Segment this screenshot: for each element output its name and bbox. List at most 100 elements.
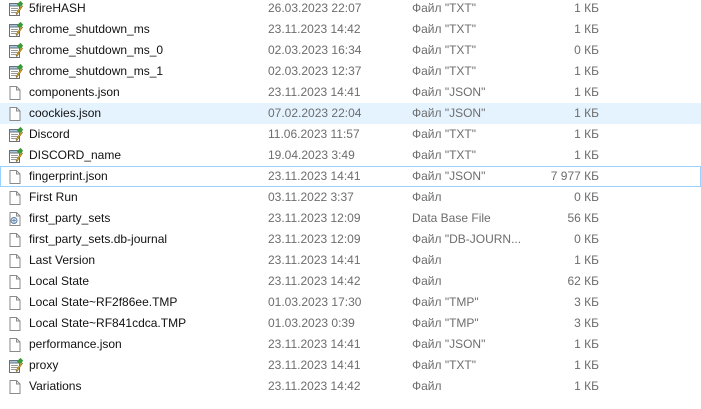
file-row[interactable]: Discord 11.06.2023 11:57 Файл "TXT" 1 КБ xyxy=(0,124,701,145)
file-row[interactable]: DISCORD_name 19.04.2023 3:49 Файл "TXT" 1 К… xyxy=(0,145,701,166)
file-size: 3 КБ xyxy=(574,295,599,309)
notepad-file-icon xyxy=(7,126,24,143)
file-date: 26.03.2023 22:07 xyxy=(268,1,362,15)
file-row[interactable]: performance.json 23.11.2023 14:41 Файл "JS… xyxy=(0,334,701,355)
file-type: Файл "TXT" xyxy=(412,43,477,57)
file-size: 0 КБ xyxy=(574,232,599,246)
file-type: Файл xyxy=(412,379,442,393)
notepad-file-icon xyxy=(7,147,24,164)
file-name: fingerprint.json xyxy=(29,169,108,183)
file-type: Файл "TXT" xyxy=(412,22,477,36)
file-type: Файл "JSON" xyxy=(412,337,486,351)
file-type: Файл "TXT" xyxy=(412,148,477,162)
file-name: performance.json xyxy=(29,337,122,351)
blank-file-icon xyxy=(7,274,23,290)
database-file-icon xyxy=(7,211,23,227)
notepad-file-icon xyxy=(7,21,24,38)
file-date: 23.11.2023 14:42 xyxy=(268,274,361,288)
file-name: Last Version xyxy=(29,253,96,267)
file-type: Файл xyxy=(412,190,442,204)
file-date: 23.11.2023 14:41 xyxy=(268,358,361,372)
notepad-file-icon xyxy=(7,0,24,17)
blank-file-icon xyxy=(7,316,23,332)
file-row[interactable]: Local State~RF841cdca.TMP 01.03.2023 0:39… xyxy=(0,313,701,334)
file-name: Local State~RF841cdca.TMP xyxy=(29,316,187,330)
file-name: Local State~RF2f86ee.TMP xyxy=(29,295,178,309)
file-row[interactable]: Local State 23.11.2023 14:42 Файл 62 КБ xyxy=(0,271,701,292)
file-type: Файл xyxy=(412,274,442,288)
file-size: 1 КБ xyxy=(574,22,599,36)
file-type: Файл "TXT" xyxy=(412,127,477,141)
file-date: 03.11.2022 3:37 xyxy=(268,190,354,204)
blank-file-icon xyxy=(7,232,23,248)
file-list: 5fireHASH 26.03.2023 22:07 Файл "TXT" 1 КБ … xyxy=(0,0,701,397)
file-date: 23.11.2023 12:09 xyxy=(268,211,361,225)
blank-file-icon xyxy=(7,337,23,353)
file-row[interactable]: Local State~RF2f86ee.TMP 01.03.2023 17:30… xyxy=(0,292,701,313)
blank-file-icon xyxy=(7,253,23,269)
file-row[interactable]: 5fireHASH 26.03.2023 22:07 Файл "TXT" 1 КБ xyxy=(0,0,701,19)
file-name: chrome_shutdown_ms_0 xyxy=(29,43,164,57)
file-name: First Run xyxy=(29,190,78,204)
file-date: 23.11.2023 14:42 xyxy=(268,379,361,393)
file-size: 1 КБ xyxy=(574,127,599,141)
file-size: 0 КБ xyxy=(574,43,599,57)
file-row[interactable]: chrome_shutdown_ms_1 02.03.2023 12:37 Файл… xyxy=(0,61,701,82)
file-row-focused[interactable]: fingerprint.json 23.11.2023 14:41 Файл "JS… xyxy=(0,166,701,187)
file-date: 11.06.2023 11:57 xyxy=(268,127,360,141)
file-size: 0 КБ xyxy=(574,190,599,204)
file-name: first_party_sets.db-journal xyxy=(29,232,168,246)
file-name: Local State xyxy=(29,274,90,288)
blank-file-icon xyxy=(7,106,23,122)
file-type: Файл "TMP" xyxy=(412,295,479,309)
file-size: 1 КБ xyxy=(574,379,599,393)
file-size: 1 КБ xyxy=(574,106,599,120)
file-date: 19.04.2023 3:49 xyxy=(268,148,355,162)
file-type: Файл "TXT" xyxy=(412,358,477,372)
file-date: 23.11.2023 14:41 xyxy=(268,169,361,183)
file-type: Файл "DB-JOURN... xyxy=(412,232,522,246)
file-name: DISCORD_name xyxy=(29,148,122,162)
file-size: 1 КБ xyxy=(574,1,599,15)
file-name: components.json xyxy=(29,85,120,99)
file-date: 23.11.2023 14:42 xyxy=(268,22,361,36)
file-type: Файл "JSON" xyxy=(412,106,486,120)
file-type: Файл "JSON" xyxy=(412,85,486,99)
file-row[interactable]: chrome_shutdown_ms_0 02.03.2023 16:34 Файл… xyxy=(0,40,701,61)
file-row[interactable]: components.json 23.11.2023 14:41 Файл "JSO… xyxy=(0,82,701,103)
file-row[interactable]: Last Version 23.11.2023 14:41 Файл 1 КБ xyxy=(0,250,701,271)
file-type: Data Base File xyxy=(412,211,491,225)
file-row[interactable]: Variations 23.11.2023 14:42 Файл 1 КБ xyxy=(0,376,701,397)
file-row[interactable]: First Run 03.11.2022 3:37 Файл 0 КБ xyxy=(0,187,701,208)
file-name: first_party_sets xyxy=(29,211,111,225)
blank-file-icon xyxy=(7,85,23,101)
file-type: Файл "TXT" xyxy=(412,1,477,15)
file-size: 1 КБ xyxy=(574,337,599,351)
file-date: 01.03.2023 0:39 xyxy=(268,316,355,330)
file-size: 1 КБ xyxy=(574,148,599,162)
file-type: Файл "TXT" xyxy=(412,64,477,78)
file-type: Файл xyxy=(412,253,442,267)
file-size: 1 КБ xyxy=(574,358,599,372)
file-name: 5fireHASH xyxy=(29,1,86,15)
file-date: 02.03.2023 12:37 xyxy=(268,64,362,78)
file-size: 1 КБ xyxy=(574,64,599,78)
file-row[interactable]: first_party_sets 23.11.2023 12:09 Data Bas… xyxy=(0,208,701,229)
file-size: 56 КБ xyxy=(567,211,599,225)
file-name: proxy xyxy=(29,358,59,372)
file-row[interactable]: proxy 23.11.2023 14:41 Файл "TXT" 1 КБ xyxy=(0,355,701,376)
file-name: Discord xyxy=(29,127,70,141)
file-row[interactable]: first_party_sets.db-journal 23.11.2023 12… xyxy=(0,229,701,250)
notepad-file-icon xyxy=(7,42,24,59)
file-size: 1 КБ xyxy=(574,253,599,267)
blank-file-icon xyxy=(7,379,23,395)
blank-file-icon xyxy=(7,169,23,185)
file-size: 3 КБ xyxy=(574,316,599,330)
file-name: chrome_shutdown_ms xyxy=(29,22,150,36)
file-row-hovered[interactable]: coockies.json 07.02.2023 22:04 Файл "JSON"… xyxy=(0,103,701,124)
file-date: 23.11.2023 14:41 xyxy=(268,337,361,351)
file-date: 07.02.2023 22:04 xyxy=(268,106,362,120)
file-type: Файл "JSON" xyxy=(412,169,486,183)
file-type: Файл "TMP" xyxy=(412,316,479,330)
file-row[interactable]: chrome_shutdown_ms 23.11.2023 14:42 Файл "… xyxy=(0,19,701,40)
